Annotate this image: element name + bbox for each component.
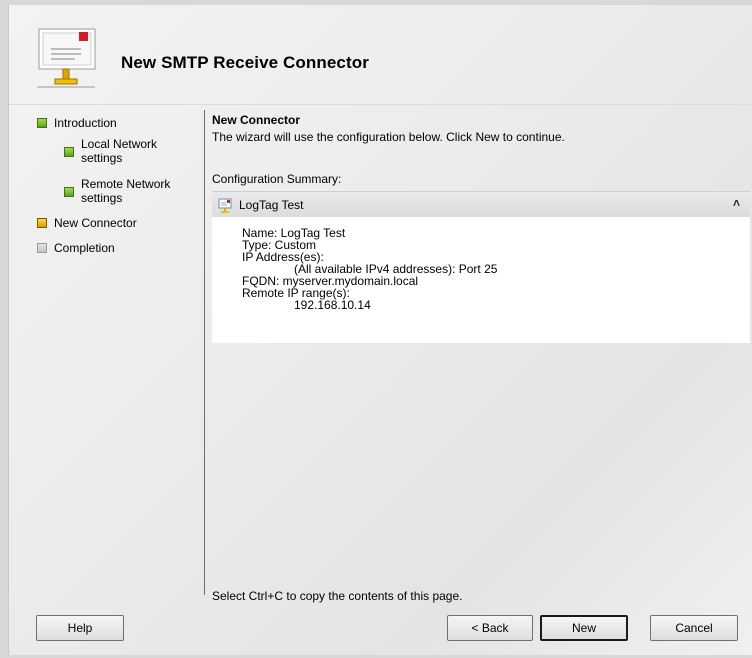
step-complete-icon [37,118,47,128]
step-label-line2: settings [81,191,123,205]
step-label: Introduction [54,116,117,130]
step-complete-icon [64,187,74,197]
smtp-connector-icon [37,28,96,88]
cancel-button[interactable]: Cancel [650,615,738,641]
step-label: New Connector [54,216,137,230]
copy-hint: Select Ctrl+C to copy the contents of th… [212,589,463,603]
step-remote-network: Remote Network settings [64,177,170,205]
collapse-icon[interactable]: ˄ [733,196,740,210]
step-complete-icon [64,147,74,157]
step-introduction: Introduction [37,116,117,130]
step-label: Completion [54,241,115,255]
step-completion: Completion [37,241,115,255]
step-local-network: Local Network settings [64,137,157,165]
summary-remote-value: 192.168.10.14 [294,298,371,312]
receive-connector-icon [218,198,232,213]
step-current-icon [37,218,47,228]
step-label-line1: Remote Network [81,177,171,191]
configuration-summary-label: Configuration Summary: [212,172,342,186]
page-description: The wizard will use the configuration be… [212,130,565,144]
summary-details: Name: LogTag Test Type: Custom IP Addres… [212,217,750,343]
page-heading: New Connector [212,113,301,127]
step-pending-icon [37,243,47,253]
step-label: Local Network settings [81,137,157,165]
wizard-title: New SMTP Receive Connector [121,53,369,72]
wizard-steps: Introduction Local Network settings Remo… [9,110,205,600]
connector-name: LogTag Test [239,197,304,212]
step-new-connector: New Connector [37,216,137,230]
new-button[interactable]: New [540,615,628,641]
step-label-line1: Local Network [81,137,158,151]
step-label: Remote Network settings [81,177,170,205]
wizard-window: New SMTP Receive Connector Introduction … [8,5,752,655]
wizard-header: New SMTP Receive Connector [9,5,752,105]
help-button[interactable]: Help [36,615,124,641]
back-button[interactable]: < Back [447,615,533,641]
step-label-line2: settings [81,151,123,165]
nav-separator [204,110,205,595]
summary-header[interactable]: LogTag Test ˄ [212,191,750,217]
